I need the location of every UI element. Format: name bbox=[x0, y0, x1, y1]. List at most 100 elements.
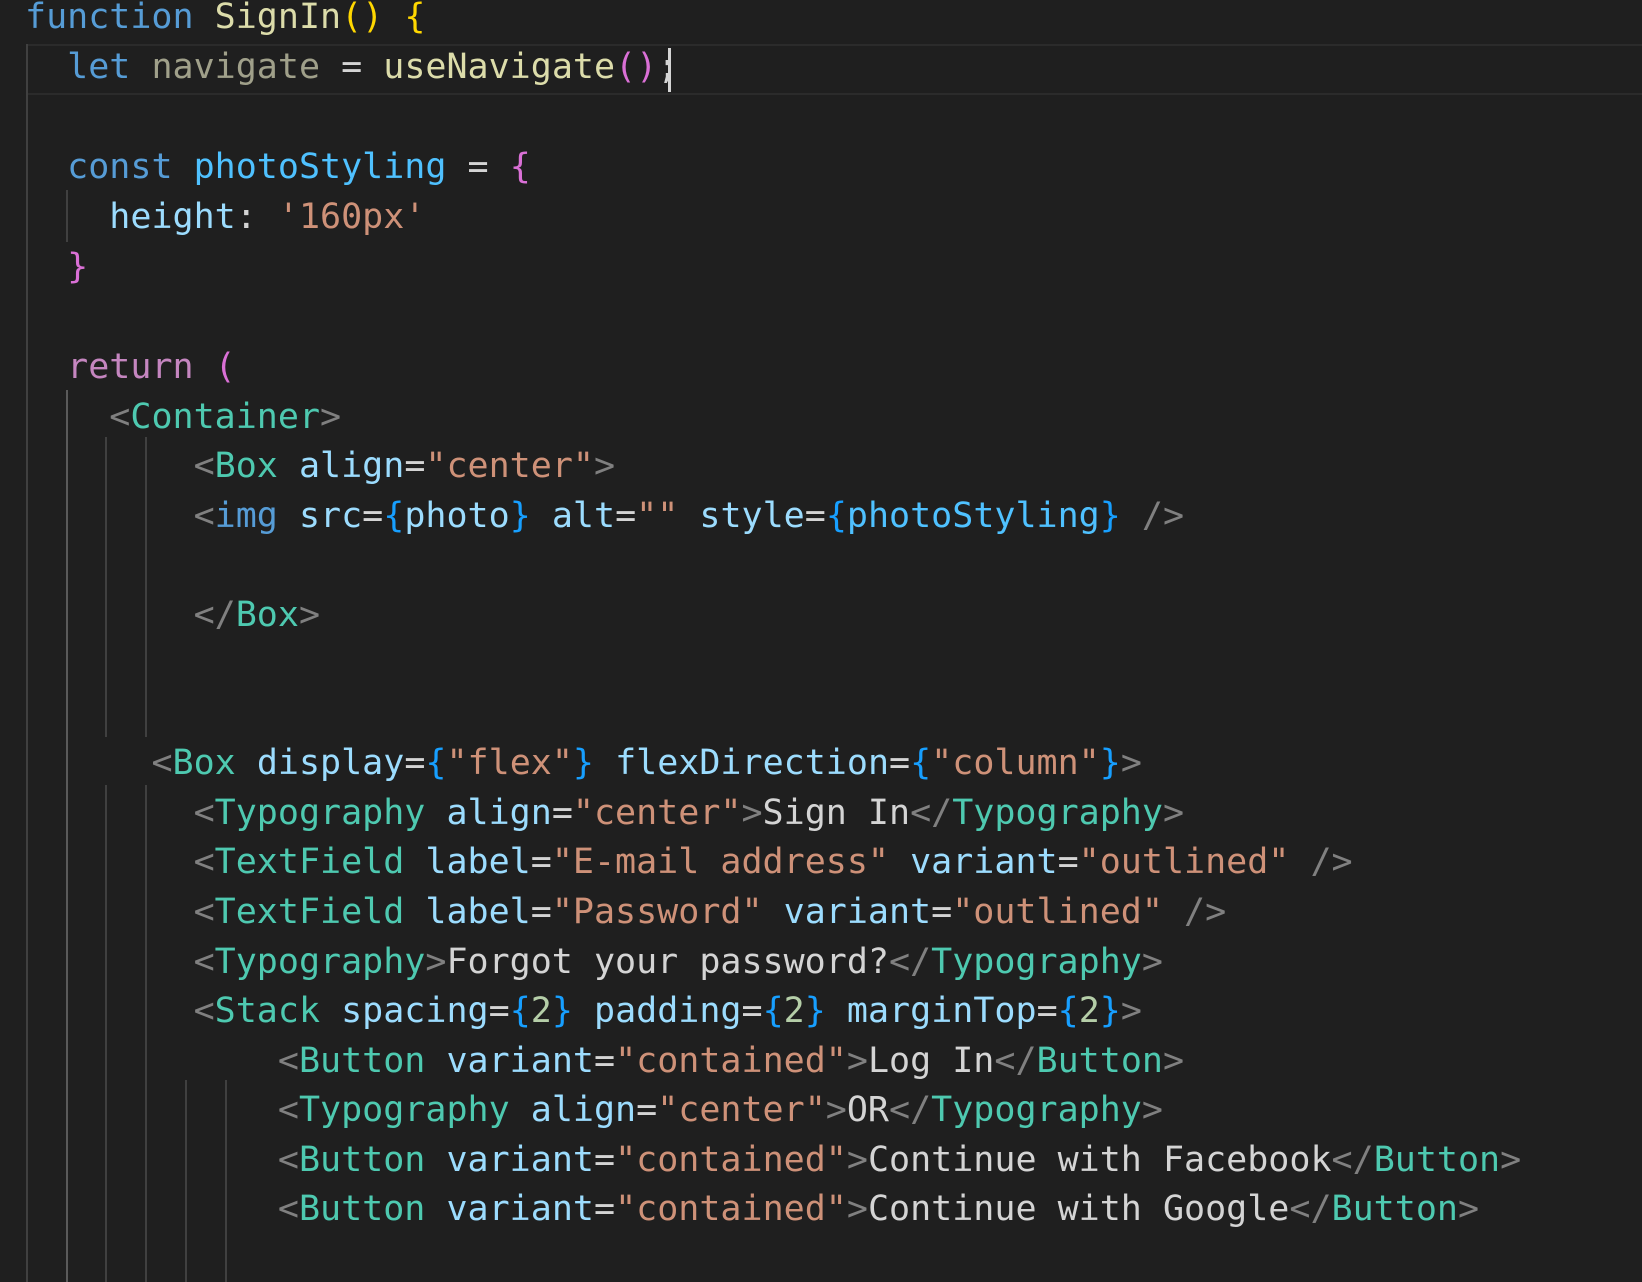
code-token: let bbox=[67, 47, 131, 87]
text-cursor bbox=[668, 48, 671, 92]
code-token: > bbox=[1457, 1189, 1480, 1229]
code-token: } bbox=[1099, 496, 1121, 536]
code-token: { bbox=[404, 0, 426, 37]
code-token: Typography bbox=[931, 942, 1142, 982]
code-line-text: <Typography align="center">OR</Typograph… bbox=[25, 1084, 1163, 1136]
code-token: > bbox=[1141, 942, 1163, 982]
code-token: "center" bbox=[657, 1090, 826, 1130]
code-line-text: <TextField label="E-mail address" varian… bbox=[25, 836, 1353, 888]
code-token: variant bbox=[446, 1140, 594, 1180]
code-token: = bbox=[889, 743, 911, 783]
code-token: { bbox=[762, 991, 784, 1031]
code-token: </ bbox=[994, 1041, 1037, 1081]
code-token: label bbox=[425, 892, 531, 932]
code-token: "Password" bbox=[551, 892, 763, 932]
code-token: display bbox=[256, 743, 405, 783]
code-token: useNavigate bbox=[383, 47, 616, 87]
code-token: </ bbox=[1289, 1189, 1332, 1229]
code-token: Button bbox=[1373, 1140, 1501, 1180]
code-token: } bbox=[551, 991, 573, 1031]
code-token: = bbox=[362, 496, 384, 536]
code-token: Button bbox=[298, 1041, 426, 1081]
code-token: align bbox=[530, 1090, 637, 1130]
code-line-text: <Button variant="contained">Continue wit… bbox=[25, 1134, 1521, 1186]
code-token: Box bbox=[172, 743, 236, 783]
code-token: Log In bbox=[867, 1041, 995, 1081]
code-token: "contained" bbox=[615, 1189, 847, 1229]
code-token: variant bbox=[783, 892, 932, 932]
code-token: < bbox=[277, 1090, 299, 1130]
code-token: </ bbox=[1331, 1140, 1374, 1180]
code-token: function bbox=[25, 0, 194, 37]
code-token: Box bbox=[235, 595, 299, 635]
code-token: spacing bbox=[341, 991, 489, 1031]
code-token: "contained" bbox=[615, 1140, 847, 1180]
code-token: = bbox=[530, 842, 552, 882]
code-token: "center" bbox=[425, 446, 594, 486]
code-token: Stack bbox=[214, 991, 321, 1031]
code-token: > bbox=[846, 1189, 868, 1229]
code-token: photoStyling bbox=[193, 147, 447, 187]
code-token: const bbox=[67, 147, 173, 187]
code-token: > bbox=[846, 1041, 868, 1081]
code-token: = bbox=[804, 496, 826, 536]
code-token: > bbox=[425, 942, 447, 982]
code-token: () bbox=[341, 0, 384, 37]
code-token: > bbox=[1162, 793, 1185, 833]
code-token: /> bbox=[1141, 496, 1185, 536]
code-token: { bbox=[1057, 991, 1079, 1031]
code-token: } bbox=[1099, 743, 1121, 783]
code-line-text: let navigate = useNavigate(); bbox=[25, 41, 678, 93]
code-token: "contained" bbox=[615, 1041, 847, 1081]
code-token: < bbox=[193, 842, 215, 882]
code-token: navigate bbox=[151, 47, 321, 87]
code-token: } bbox=[509, 496, 531, 536]
code-token: Typography bbox=[298, 1090, 510, 1130]
code-token: < bbox=[277, 1189, 299, 1229]
code-token: variant bbox=[446, 1041, 594, 1081]
code-token: </ bbox=[888, 942, 932, 982]
code-token: } bbox=[67, 247, 89, 287]
code-editor[interactable]: function SignIn() { let navigate = useNa… bbox=[0, 0, 1642, 1282]
code-line-text: height: '160px' bbox=[25, 191, 425, 243]
code-token: align bbox=[446, 793, 552, 833]
code-token: /> bbox=[1184, 892, 1227, 932]
code-token: Typography bbox=[931, 1090, 1142, 1130]
code-token: variant bbox=[910, 842, 1058, 882]
code-token: : bbox=[235, 197, 278, 237]
code-line-text: <Typography>Forgot your password?</Typog… bbox=[25, 936, 1163, 988]
code-token: align bbox=[298, 446, 405, 486]
code-line-text: return ( bbox=[25, 341, 236, 393]
code-token: TextField bbox=[214, 892, 405, 932]
code-token: photoStyling bbox=[846, 496, 1100, 536]
code-token: { bbox=[425, 743, 447, 783]
code-token: Forgot your password? bbox=[446, 942, 889, 982]
code-token: Box bbox=[214, 446, 278, 486]
code-token: > bbox=[825, 1090, 847, 1130]
code-token: = bbox=[551, 793, 573, 833]
code-token: = bbox=[741, 991, 763, 1031]
